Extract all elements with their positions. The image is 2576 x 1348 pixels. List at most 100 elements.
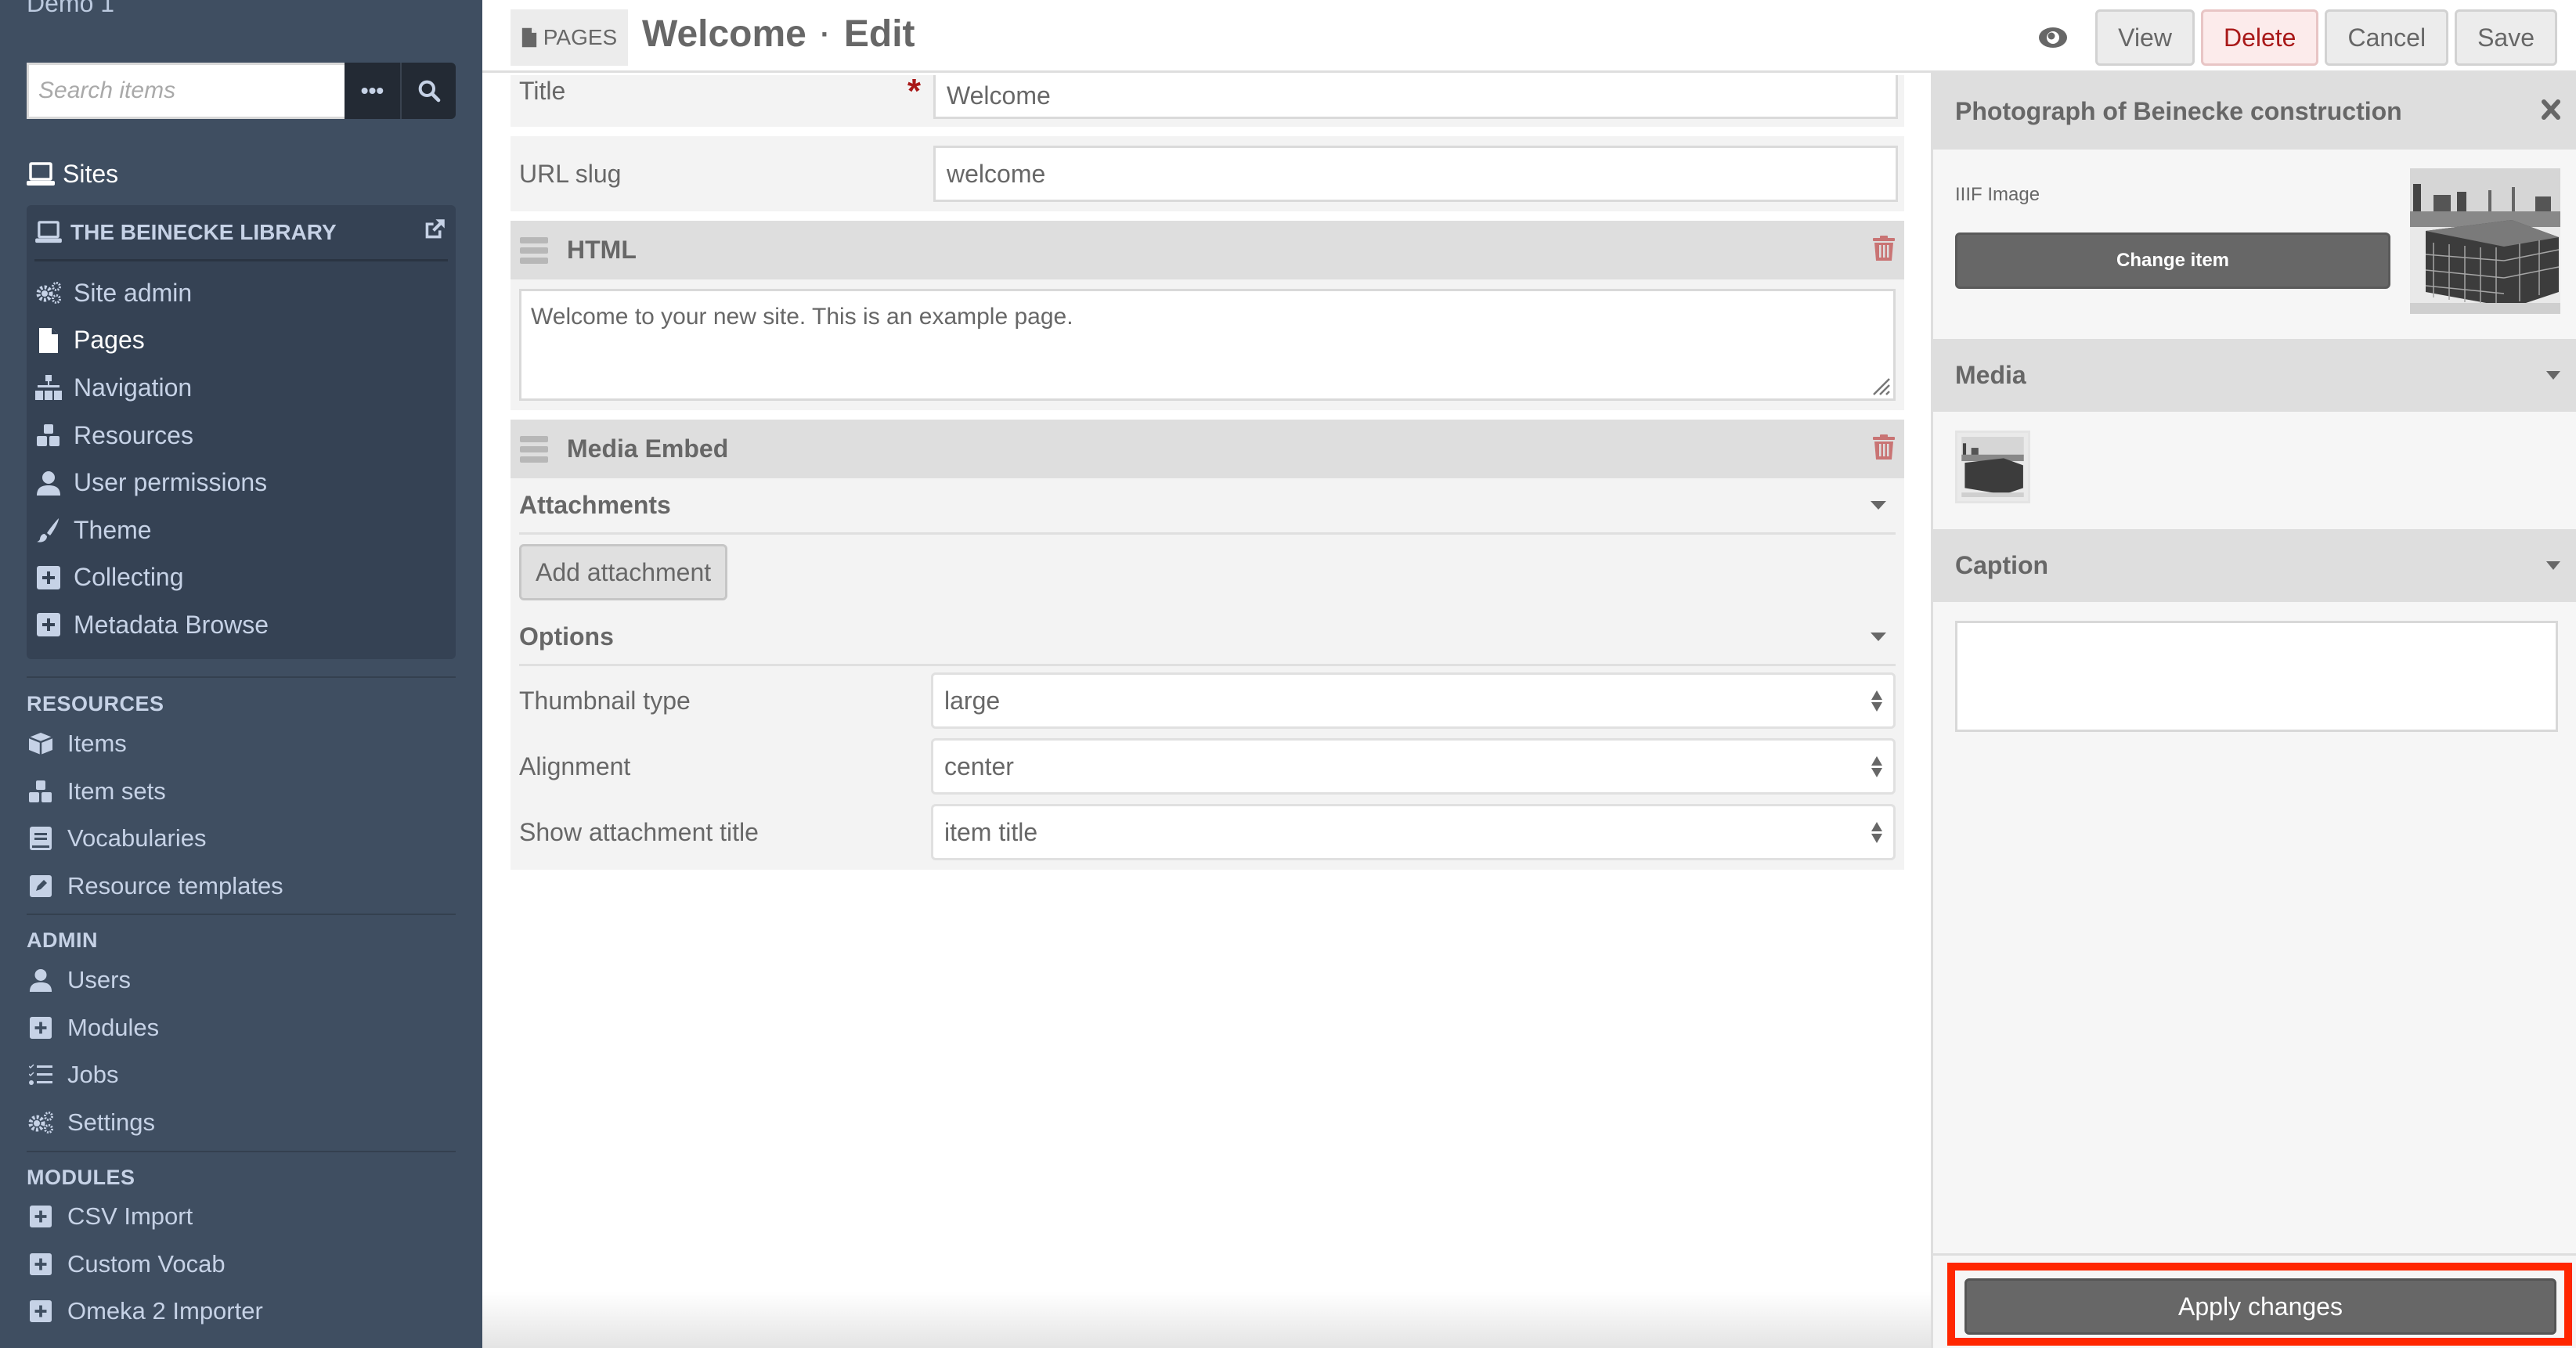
file-icon (34, 327, 63, 354)
site-nav-metadata-browse[interactable]: Metadata Browse (34, 601, 448, 649)
site-nav-theme[interactable]: Theme (34, 506, 448, 554)
nav-items[interactable]: Items (27, 720, 283, 768)
search-input[interactable] (27, 63, 345, 119)
breadcrumb[interactable]: PAGES (511, 9, 628, 66)
site-nav-label: User permissions (74, 468, 268, 497)
attachment-item-title: Photograph of Beinecke construction (1955, 96, 2402, 125)
cubes-icon (27, 780, 55, 803)
site-title-row: THE BEINECKE LIBRARY (34, 205, 448, 261)
sites-label: Sites (63, 160, 119, 188)
external-link-icon[interactable] (421, 216, 448, 248)
delete-block-button[interactable] (1873, 236, 1895, 265)
add-attachment-button[interactable]: Add attachment (519, 544, 728, 600)
change-item-button[interactable]: Change item (1955, 232, 2390, 289)
nav-csv-import[interactable]: CSV Import (27, 1193, 263, 1241)
thumbnail-type-select[interactable]: large (931, 672, 1896, 729)
nav-label: Omeka 2 Importer (67, 1297, 263, 1325)
installation-name[interactable]: Demo 1 (27, 0, 114, 18)
search-icon (418, 80, 440, 103)
site-nav-collecting[interactable]: Collecting (34, 554, 448, 602)
html-block-body: Welcome to your new site. This is an exa… (511, 279, 1904, 410)
option-label: Thumbnail type (519, 686, 691, 715)
admin-nav: Users Modules Jobs Settings (27, 957, 159, 1146)
user-icon (27, 968, 55, 993)
view-button[interactable]: View (2095, 9, 2195, 66)
site-nav-label: Collecting (74, 563, 184, 592)
book-icon (27, 827, 55, 851)
media-image (1961, 437, 2024, 497)
site-nav-user-permissions[interactable]: User permissions (34, 459, 448, 506)
nav-modules[interactable]: Modules (27, 1004, 159, 1052)
close-panel-button[interactable] (2542, 97, 2560, 126)
site-nav-resources[interactable]: Resources (34, 412, 448, 460)
section-title-modules: MODULES (27, 1166, 135, 1189)
site-nav-pages[interactable]: Pages (34, 317, 448, 365)
site-nav-list: Site admin Pages Navigation Resources Us… (34, 261, 448, 649)
option-row-thumbnail-type: Thumbnail type large (519, 668, 1896, 733)
option-label: Show attachment title (519, 817, 759, 846)
drag-handle-icon[interactable] (520, 236, 548, 264)
block-title: Media Embed (567, 434, 729, 463)
section-title-admin: ADMIN (27, 928, 98, 952)
title-field-row: Title * Welcome (511, 72, 1904, 127)
select-value: item title (944, 817, 1038, 846)
divider (27, 914, 456, 915)
slug-input[interactable]: welcome (933, 146, 1898, 202)
media-section-body (1933, 412, 2576, 529)
sites-link[interactable]: Sites (27, 160, 118, 189)
media-block-body: Attachments Add attachment Options Thumb… (511, 478, 1904, 870)
file-icon (521, 27, 536, 48)
media-thumbnail[interactable] (1955, 431, 2030, 503)
resize-handle-icon[interactable] (1871, 376, 1891, 396)
nav-label: Jobs (67, 1061, 119, 1089)
nav-custom-vocab[interactable]: Custom Vocab (27, 1241, 263, 1289)
eye-icon (2039, 27, 2068, 48)
title-label-text: Title (519, 77, 566, 105)
options-heading: Options (519, 622, 614, 651)
nav-users[interactable]: Users (27, 957, 159, 1004)
cancel-button[interactable]: Cancel (2325, 9, 2449, 66)
nav-settings[interactable]: Settings (27, 1099, 159, 1147)
attachment-panel-header: Photograph of Beinecke construction (1933, 73, 2576, 150)
scroll-shadow (482, 1292, 1932, 1348)
nav-omeka2-importer[interactable]: Omeka 2 Importer (27, 1288, 263, 1335)
search-submit-button[interactable] (400, 63, 456, 119)
nav-label: Resource templates (67, 872, 283, 900)
advanced-search-button[interactable]: ••• (345, 63, 400, 119)
html-content: Welcome to your new site. This is an exa… (531, 304, 1073, 330)
apply-changes-button[interactable]: Apply changes (1964, 1278, 2556, 1335)
alignment-select[interactable]: center (931, 738, 1896, 795)
nav-jobs[interactable]: Jobs (27, 1051, 159, 1099)
site-title[interactable]: THE BEINECKE LIBRARY (70, 220, 337, 245)
nav-resource-templates[interactable]: Resource templates (27, 863, 283, 910)
delete-button[interactable]: Delete (2200, 9, 2319, 66)
trash-icon (1873, 236, 1895, 261)
save-button[interactable]: Save (2455, 9, 2557, 66)
nav-vocabularies[interactable]: Vocabularies (27, 815, 283, 863)
media-embed-block: Media Embed Attachments Add attachment O… (511, 420, 1904, 870)
block-title: HTML (567, 236, 637, 264)
title-input[interactable]: Welcome (933, 75, 1898, 119)
html-content-editor[interactable]: Welcome to your new site. This is an exa… (519, 289, 1896, 401)
nav-item-sets[interactable]: Item sets (27, 768, 283, 816)
user-icon (34, 470, 63, 496)
media-section-toggle[interactable]: Media (1933, 339, 2576, 412)
drag-handle-icon[interactable] (520, 435, 548, 463)
site-nav-navigation[interactable]: Navigation (34, 364, 448, 412)
delete-block-button[interactable] (1873, 434, 1895, 463)
options-toggle[interactable]: Options (519, 610, 1896, 666)
cube-icon (27, 732, 55, 755)
section-title-resources: RESOURCES (27, 692, 164, 715)
visibility-toggle[interactable] (2029, 27, 2076, 49)
nav-label: CSV Import (67, 1202, 193, 1231)
attachments-toggle[interactable]: Attachments (519, 478, 1896, 535)
html-block-header: HTML (511, 221, 1904, 279)
site-nav-site-admin[interactable]: Site admin (34, 269, 448, 317)
caption-section-toggle[interactable]: Caption (1933, 529, 2576, 602)
media-block-header: Media Embed (511, 420, 1904, 478)
select-arrows-icon (1871, 821, 1882, 843)
page-title: Welcome · Edit (642, 13, 915, 56)
plus-square-icon (27, 1252, 55, 1275)
caption-editor[interactable] (1955, 621, 2558, 732)
show-attachment-title-select[interactable]: item title (931, 804, 1896, 860)
